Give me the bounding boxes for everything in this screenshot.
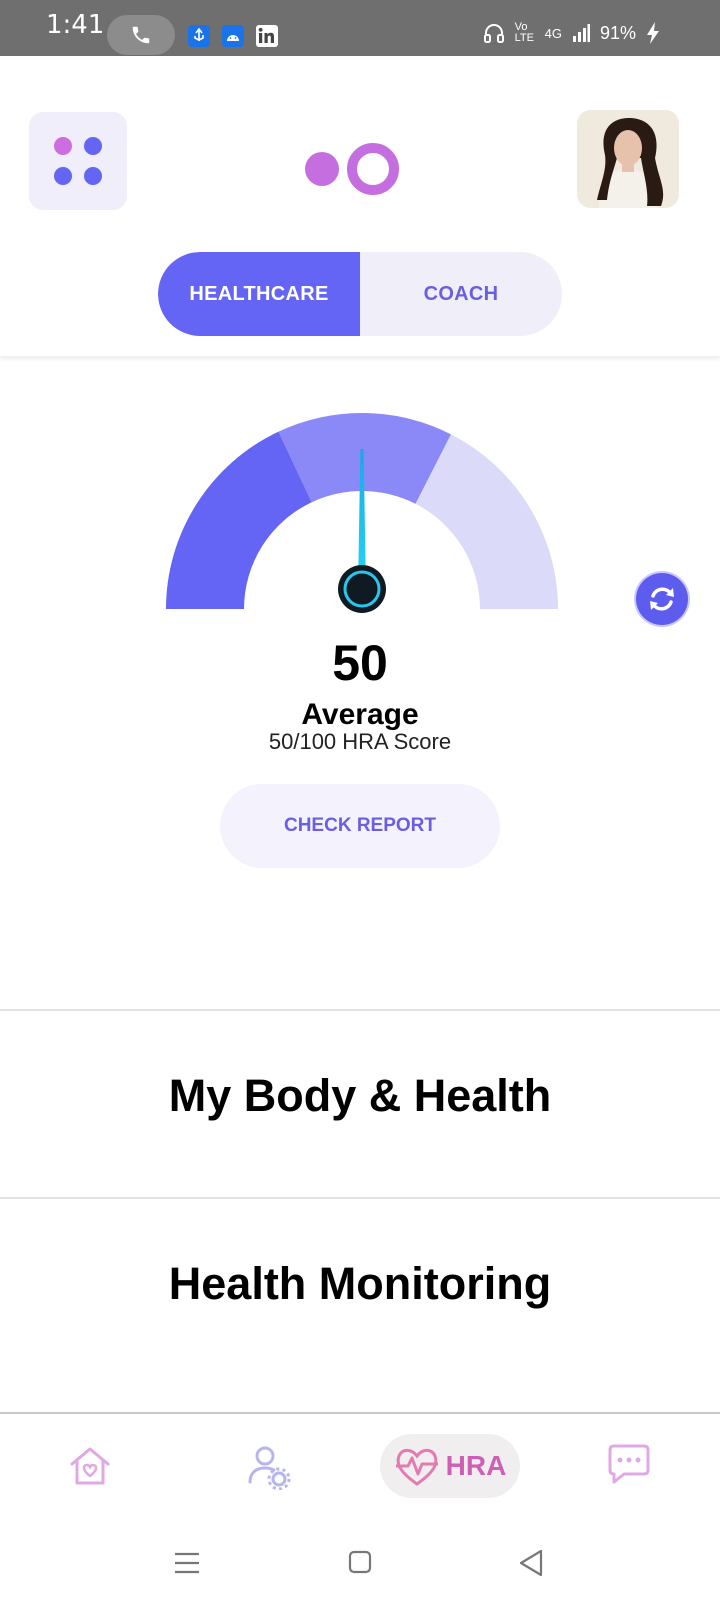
usb-icon [188, 25, 210, 47]
hra-score-gauge [166, 413, 558, 613]
section-my-body-health[interactable]: My Body & Health [0, 1070, 720, 1122]
check-report-button[interactable]: CHECK REPORT [220, 784, 500, 868]
section-health-monitoring[interactable]: Health Monitoring [0, 1258, 720, 1310]
score-level: Average [301, 698, 419, 731]
menu-button[interactable] [29, 112, 127, 210]
volte-label: Vo LTE [514, 21, 534, 44]
network-label: 4G [544, 25, 562, 41]
android-icon [222, 25, 244, 47]
bottom-nav: HRA [0, 1414, 720, 1524]
nav-hra-label: HRA [445, 1450, 507, 1481]
heartbeat-icon [395, 1448, 438, 1486]
score-value: 50 [332, 635, 388, 691]
grid-dot [84, 167, 102, 185]
chat-bubble-icon [608, 1444, 650, 1484]
mode-switcher: HEALTHCARE COACH [158, 252, 562, 336]
back-icon[interactable] [518, 1549, 544, 1577]
app-logo [305, 143, 399, 195]
home-heart-icon [70, 1447, 110, 1485]
divider [0, 1009, 720, 1011]
phone-icon [132, 26, 150, 44]
linkedin-icon [256, 25, 278, 47]
divider [0, 1197, 720, 1199]
score-subtitle: 50/100 HRA Score [268, 729, 452, 754]
nav-profile-settings[interactable] [246, 1444, 292, 1495]
nav-chat[interactable] [606, 1444, 652, 1491]
signal-icon [572, 24, 590, 42]
headset-icon [483, 24, 504, 43]
battery-percent: 91% [599, 22, 636, 43]
status-icons: Vo LTE 4G 91% [483, 22, 660, 44]
grid-dot [84, 137, 102, 155]
tab-healthcare[interactable]: HEALTHCARE [158, 252, 360, 336]
refresh-icon [650, 587, 674, 611]
gauge-segment-low [166, 431, 312, 609]
ongoing-call-chip[interactable] [107, 15, 175, 55]
home-button-icon[interactable] [348, 1550, 372, 1574]
grid-dot [54, 167, 72, 185]
nav-hra[interactable]: HRA [380, 1434, 520, 1498]
nav-home[interactable] [68, 1444, 112, 1493]
app-header: HEALTHCARE COACH [0, 56, 720, 356]
status-time: 1:41 [46, 10, 105, 40]
recent-apps-icon[interactable] [174, 1552, 200, 1574]
status-bar: 1:41 Vo LTE 4G 91% [0, 0, 720, 56]
system-nav-bar [0, 1524, 720, 1600]
refresh-button[interactable] [636, 573, 688, 625]
tab-coach[interactable]: COACH [360, 252, 562, 336]
grid-dots-icon [54, 137, 72, 155]
user-settings-icon [248, 1446, 291, 1491]
avatar[interactable] [577, 110, 679, 208]
charging-icon [647, 22, 659, 44]
profile-photo [577, 110, 679, 208]
